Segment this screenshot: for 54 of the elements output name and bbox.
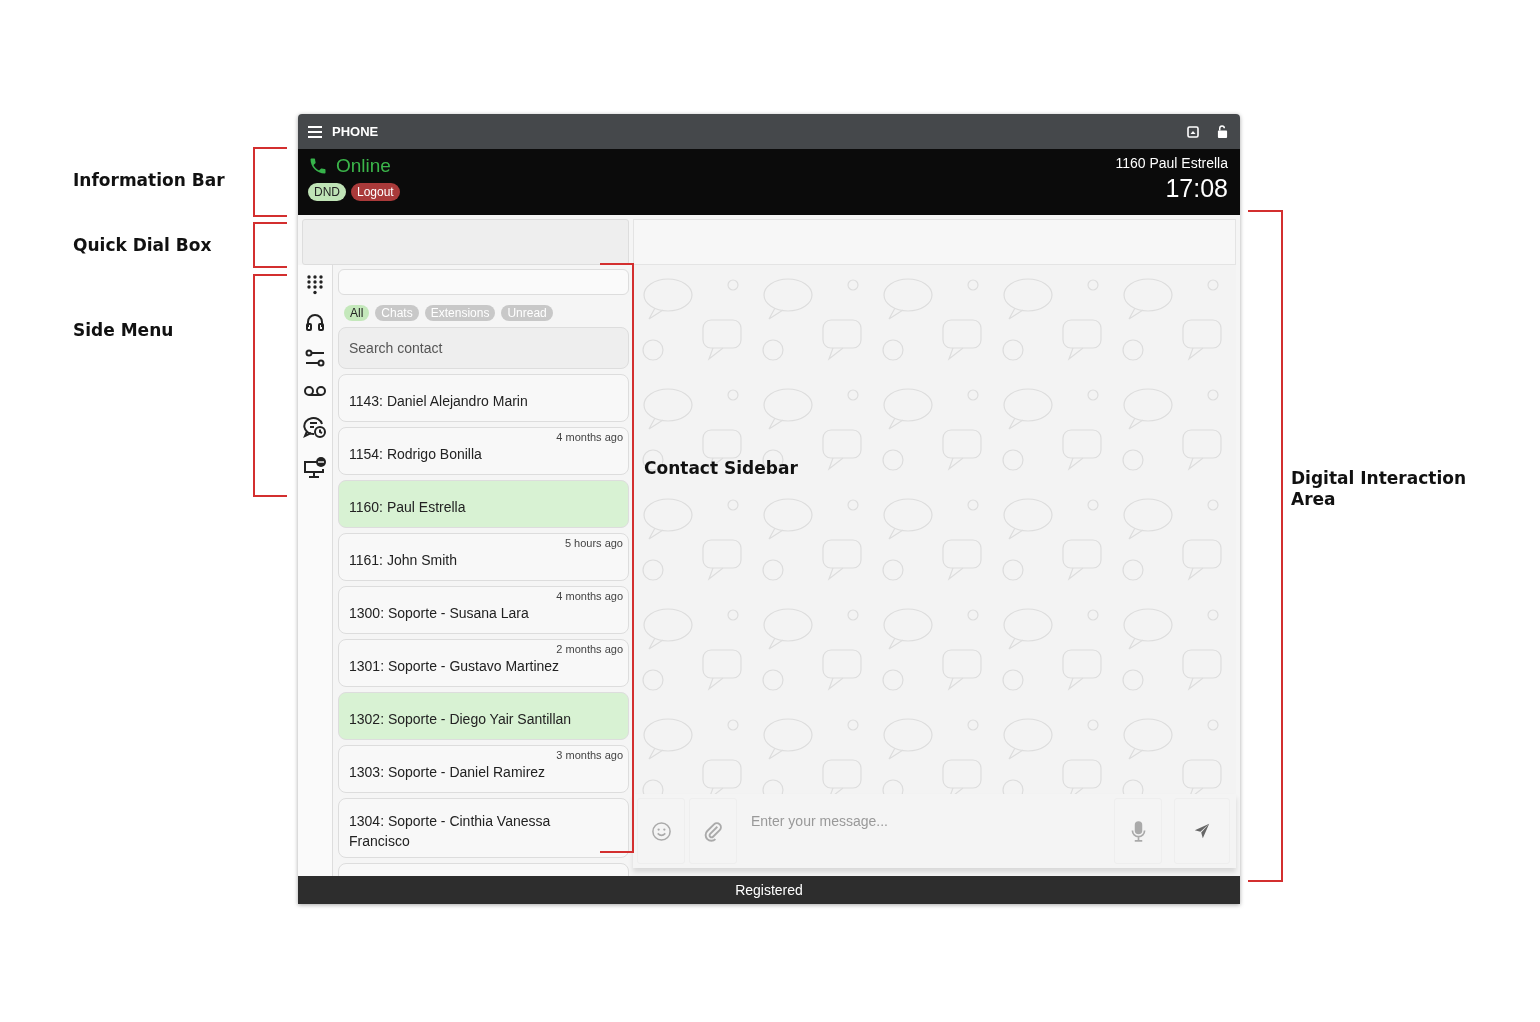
- filter-chip[interactable]: All: [344, 305, 370, 321]
- contact-item[interactable]: 3 months ago 1303: Soporte - Daniel Ramirez: [338, 745, 629, 793]
- monitor-chat-icon[interactable]: [303, 457, 327, 479]
- annotation-label: Contact Sidebar: [644, 458, 798, 479]
- status-text: Online: [336, 155, 391, 177]
- phone-icon: [308, 156, 328, 176]
- microphone-icon: [1130, 819, 1146, 843]
- contact-item[interactable]: 1304: Soporte - Cinthia Vanessa Francisco: [338, 798, 629, 858]
- contact-item[interactable]: 1302: Soporte - Diego Yair Santillan: [338, 692, 629, 740]
- clock-time: 17:08: [1165, 174, 1228, 203]
- user-name: 1160 Paul Estrella: [1115, 155, 1228, 171]
- contact-name: 1303: Soporte - Daniel Ramirez: [349, 763, 546, 782]
- contact-name: 1161: John Smith: [349, 551, 457, 570]
- contact-name: 1160: Paul Estrella: [349, 498, 466, 517]
- contact-name: 1154: Rodrigo Bonilla: [349, 445, 482, 464]
- dnd-button[interactable]: DND: [308, 183, 346, 201]
- annotation-label: Information Bar: [73, 170, 225, 191]
- contact-item[interactable]: 4 months ago 1154: Rodrigo Bonilla: [338, 427, 629, 475]
- menu-icon[interactable]: [308, 125, 322, 138]
- contact-name: 1143: Daniel Alejandro Marin: [349, 392, 528, 411]
- status-text: Registered: [735, 882, 803, 898]
- window-title: PHONE: [332, 124, 379, 139]
- last-seen-time: 4 months ago: [556, 590, 623, 602]
- last-seen-time: 5 hours ago: [564, 537, 623, 549]
- headset-icon[interactable]: [305, 313, 325, 331]
- dialpad-icon[interactable]: [307, 275, 323, 295]
- window-icon[interactable]: [1187, 125, 1199, 138]
- unlock-icon[interactable]: [1217, 125, 1228, 138]
- last-seen-time: 3 months ago: [556, 749, 623, 761]
- contact-item[interactable]: 1160: Paul Estrella: [338, 480, 629, 528]
- annotation-label: Digital Interaction Area: [1291, 468, 1468, 510]
- last-seen-time: 4 months ago: [556, 431, 623, 443]
- contact-name: 1304: Soporte - Cinthia Vanessa Francisco: [349, 812, 552, 851]
- search-field[interactable]: Search contact: [338, 327, 629, 369]
- send-icon: [1194, 823, 1210, 839]
- annotation-label: Quick Dial Box: [73, 235, 212, 256]
- chat-clock-icon[interactable]: [303, 415, 327, 439]
- contact-name: 1300: Soporte - Susana Lara: [349, 604, 529, 623]
- logout-button[interactable]: Logout: [351, 183, 400, 201]
- paperclip-icon: [702, 820, 724, 842]
- sliders-icon[interactable]: [305, 349, 325, 367]
- contact-item[interactable]: 4 months ago 1300: Soporte - Susana Lara: [338, 586, 629, 634]
- dial-input[interactable]: [338, 269, 629, 295]
- contact-item[interactable]: 2 months ago 1301: Soporte - Gustavo Martinez: [338, 639, 629, 687]
- annotation-label: Side Menu: [73, 320, 174, 341]
- contact-item[interactable]: 1143: Daniel Alejandro Marin: [338, 374, 629, 422]
- contact-name: 1301: Soporte - Gustavo Martinez: [349, 657, 560, 676]
- callout-bracket: [253, 222, 287, 268]
- voicemail-icon[interactable]: [304, 385, 326, 397]
- last-seen-time: 2 months ago: [556, 643, 623, 655]
- contact-name: 1302: Soporte - Diego Yair Santillan: [349, 710, 572, 729]
- smiley-icon: [650, 820, 672, 842]
- callout-bracket: [253, 147, 287, 217]
- contact-item[interactable]: 5 hours ago 1161: John Smith: [338, 533, 629, 581]
